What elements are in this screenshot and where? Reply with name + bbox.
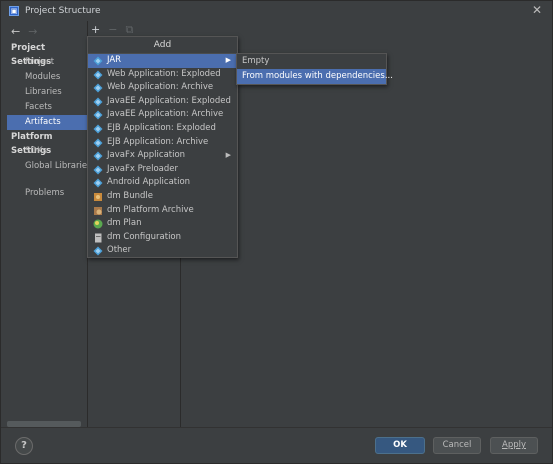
add-popup-item-label: JavaEE Application: Exploded — [107, 95, 231, 106]
diamond-icon — [93, 70, 103, 80]
cancel-button[interactable]: Cancel — [433, 437, 481, 454]
diamond-icon — [93, 178, 103, 188]
add-popup-item-label: EJB Application: Exploded — [107, 122, 216, 133]
add-popup-item-jar[interactable]: JAR ▶ — [88, 54, 237, 68]
submenu-arrow-icon: ▶ — [225, 151, 231, 160]
add-popup-item-label: JavaFx Application — [107, 150, 186, 161]
add-artifact-popup: Add JAR ▶ Web Application: Exploded Web App… — [87, 36, 238, 258]
project-settings-header: Project Settings — [11, 43, 52, 67]
add-popup-item-label: JavaFx Preloader — [107, 163, 178, 174]
jar-submenu: Empty From modules with dependencies... — [236, 53, 393, 85]
add-popup-item-dm-configuration[interactable]: dm Configuration — [88, 231, 237, 245]
apply-button-label: Apply — [502, 440, 526, 450]
add-popup-item-javafx-preloader[interactable]: JavaFx Preloader — [88, 163, 237, 177]
navigation-arrows: ← → — [11, 25, 37, 38]
diamond-icon — [93, 165, 103, 175]
add-popup-item-label: JavaEE Application: Archive — [107, 109, 224, 120]
sidebar-item-global-libraries[interactable]: Global Libraries — [7, 159, 92, 174]
plan-icon — [93, 219, 103, 229]
add-popup-item-dm-bundle[interactable]: dm Bundle — [88, 190, 237, 204]
archive-icon — [94, 206, 102, 215]
submenu-item-from-modules[interactable]: From modules with dependencies... — [237, 69, 393, 84]
add-popup-item-web-application-archive[interactable]: Web Application: Archive — [88, 81, 237, 95]
add-popup-header: Add — [88, 37, 237, 54]
add-popup-item-label: Other — [107, 245, 132, 256]
add-popup-item-label: EJB Application: Archive — [107, 136, 209, 147]
back-arrow-icon[interactable]: ← — [11, 25, 20, 38]
copy-icon[interactable]: ⧉ — [125, 23, 133, 37]
add-popup-item-ejb-application-archive[interactable]: EJB Application: Archive — [88, 136, 237, 150]
sidebar-item-problems[interactable]: Problems — [7, 186, 87, 201]
diamond-icon — [93, 97, 103, 107]
diamond-icon — [93, 124, 103, 134]
dialog-button-bar: ? OK Cancel Apply — [1, 427, 552, 464]
ok-button[interactable]: OK — [375, 437, 425, 454]
add-icon[interactable]: + — [91, 23, 100, 37]
apply-button[interactable]: Apply — [490, 437, 538, 454]
add-popup-item-label: Web Application: Archive — [107, 82, 214, 93]
add-popup-item-dm-platform-archive[interactable]: dm Platform Archive — [88, 204, 237, 218]
diamond-icon — [93, 110, 103, 120]
add-popup-item-other[interactable]: Other — [88, 244, 237, 258]
platform-settings-header: Platform Settings — [11, 132, 53, 156]
add-popup-item-web-application-exploded[interactable]: Web Application: Exploded — [88, 68, 237, 82]
diamond-icon — [93, 151, 103, 161]
intellij-app-icon: ▣ — [9, 6, 19, 16]
add-popup-item-label: dm Bundle — [107, 190, 153, 201]
add-popup-item-label: dm Plan — [107, 218, 142, 229]
submenu-arrow-icon: ▶ — [225, 56, 231, 64]
add-popup-item-label: JAR — [107, 55, 122, 65]
add-popup-item-javaee-application-archive[interactable]: JavaEE Application: Archive — [88, 108, 237, 122]
submenu-item-empty[interactable]: Empty — [237, 54, 386, 69]
bundle-icon — [94, 192, 102, 201]
title-bar: ▣ Project Structure ✕ — [1, 1, 552, 21]
config-icon — [95, 233, 102, 243]
forward-arrow-icon[interactable]: → — [28, 25, 37, 38]
artifacts-toolbar: + − ⧉ — [91, 23, 133, 37]
window-title: Project Structure — [25, 6, 101, 16]
add-popup-item-label: dm Platform Archive — [107, 204, 194, 215]
add-popup-item-label: Web Application: Exploded — [107, 68, 221, 79]
remove-icon[interactable]: − — [108, 23, 117, 37]
diamond-icon — [93, 56, 103, 66]
diamond-icon — [93, 138, 103, 148]
diamond-icon — [93, 83, 103, 93]
add-popup-item-javaee-application-exploded[interactable]: JavaEE Application: Exploded — [88, 95, 237, 109]
diamond-icon — [93, 246, 103, 256]
add-popup-item-label: dm Configuration — [107, 231, 182, 242]
add-popup-item-ejb-application-exploded[interactable]: EJB Application: Exploded — [88, 122, 237, 136]
add-popup-item-javafx-application[interactable]: JavaFx Application ▶ — [88, 149, 237, 163]
sidebar-item-facets[interactable]: Facets — [7, 100, 87, 115]
add-popup-item-android-application[interactable]: Android Application — [88, 176, 237, 190]
sidebar-item-artifacts[interactable]: Artifacts — [7, 115, 87, 130]
close-icon[interactable]: ✕ — [532, 4, 542, 16]
sidebar-item-modules[interactable]: Modules — [7, 70, 87, 85]
settings-sidebar: Project Settings Project Modules Librari… — [7, 41, 92, 421]
add-popup-items: JAR ▶ Web Application: Exploded Web Applica… — [88, 54, 237, 258]
add-popup-item-label: Android Application — [107, 177, 191, 188]
help-button[interactable]: ? — [15, 437, 33, 455]
project-structure-dialog: ▣ Project Structure ✕ ← → + − ⧉ Project … — [0, 0, 553, 464]
add-popup-item-dm-plan[interactable]: dm Plan — [88, 217, 237, 231]
sidebar-item-libraries[interactable]: Libraries — [7, 85, 87, 100]
